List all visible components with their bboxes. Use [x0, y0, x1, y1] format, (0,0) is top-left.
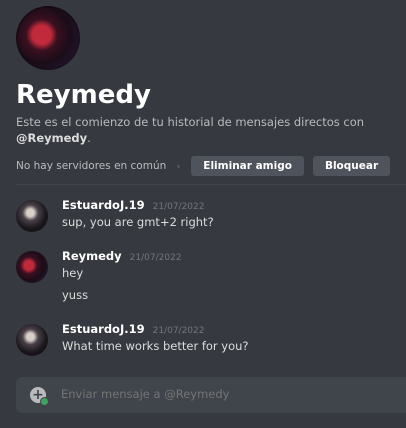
- message-timestamp: 21/07/2022: [152, 202, 205, 212]
- dm-intro-text: Este es el comienzo de tu historial de m…: [16, 114, 406, 146]
- message-timestamp: 21/07/2022: [152, 326, 205, 336]
- mutual-servers-text: No hay servidores en común: [16, 160, 167, 172]
- block-button[interactable]: Bloquear: [312, 156, 391, 176]
- intro-prefix: Este es el comienzo de tu historial de m…: [16, 115, 365, 129]
- avatar[interactable]: [16, 251, 48, 283]
- message-group: Reymedy 21/07/2022 hey yuss: [16, 249, 398, 303]
- message-composer: +: [16, 377, 406, 413]
- message-author[interactable]: EstuardoJ.19: [62, 322, 145, 336]
- message-text: What time works better for you?: [62, 339, 249, 353]
- status-dot-icon: [40, 397, 49, 406]
- separator-dot: [177, 164, 181, 168]
- message-group: EstuardoJ.19 21/07/2022 sup, you are gmt…: [16, 198, 398, 232]
- message-group: EstuardoJ.19 21/07/2022 What time works …: [16, 322, 398, 356]
- avatar[interactable]: [16, 324, 48, 356]
- intro-username: @Reymedy: [16, 131, 88, 145]
- profile-actions: No hay servidores en común Eliminar amig…: [16, 156, 406, 176]
- profile-avatar[interactable]: [16, 6, 80, 70]
- message-input[interactable]: [61, 387, 361, 401]
- avatar[interactable]: [16, 200, 48, 232]
- message-text: sup, you are gmt+2 right?: [62, 215, 214, 229]
- intro-suffix: .: [87, 131, 91, 145]
- dm-header: Reymedy Este es el comienzo de tu histor…: [16, 6, 406, 176]
- message-author[interactable]: EstuardoJ.19: [62, 198, 145, 212]
- remove-friend-button[interactable]: Eliminar amigo: [191, 156, 304, 176]
- page-title: Reymedy: [16, 80, 151, 110]
- message-timestamp: 21/07/2022: [129, 253, 182, 263]
- message-text: yuss: [62, 288, 89, 302]
- divider: [16, 184, 406, 185]
- message-text: hey: [62, 266, 84, 280]
- message-author[interactable]: Reymedy: [62, 249, 122, 263]
